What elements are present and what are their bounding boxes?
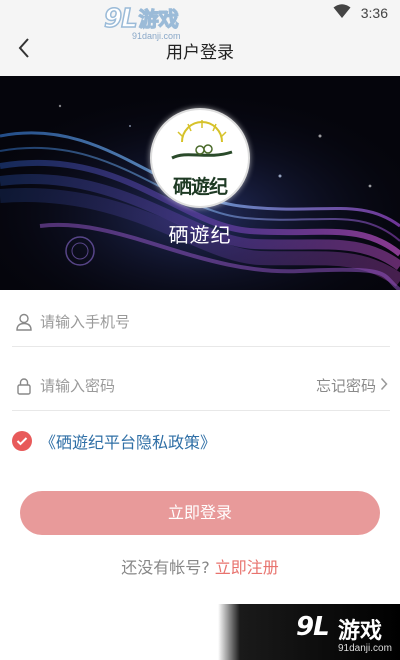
nav-bar: 用户登录 bbox=[0, 24, 400, 76]
watermark-bottom: 9L 游戏 91danji.com bbox=[218, 604, 400, 660]
phone-input[interactable] bbox=[40, 312, 280, 331]
watermark-top: 9L 游戏 91danji.com bbox=[103, 3, 181, 44]
policy-checkbox[interactable] bbox=[12, 431, 32, 451]
watermark-brand-number: 9L bbox=[103, 3, 138, 35]
watermark-url: 91danji.com bbox=[338, 643, 392, 654]
watermark-brand-number: 9L bbox=[296, 612, 330, 642]
status-bar: 3:36 bbox=[0, 0, 400, 24]
register-link[interactable]: 立即注册 bbox=[215, 558, 279, 577]
banner: 硒遊纪 硒遊纪 bbox=[0, 76, 400, 290]
app-name: 硒遊纪 bbox=[168, 223, 232, 247]
register-question: 还没有帐号? bbox=[121, 558, 210, 577]
app-logo: 硒遊纪 bbox=[150, 108, 250, 208]
forgot-password-link[interactable]: 忘记密码 bbox=[316, 375, 388, 396]
login-button[interactable]: 立即登录 bbox=[20, 491, 380, 535]
chevron-right-icon bbox=[376, 377, 388, 395]
page-title: 用户登录 bbox=[166, 43, 234, 63]
status-icons: 3:36 bbox=[333, 3, 388, 23]
phone-row bbox=[12, 297, 390, 347]
wifi-icon bbox=[333, 3, 351, 23]
password-row: 忘记密码 bbox=[12, 361, 390, 411]
forgot-password-label: 忘记密码 bbox=[315, 377, 376, 395]
check-icon bbox=[16, 437, 28, 446]
watermark-url: 91danji.com bbox=[132, 31, 181, 41]
lock-icon bbox=[14, 376, 34, 396]
watermark-brand-text: 游戏 bbox=[338, 619, 383, 644]
privacy-policy-link[interactable]: 《硒遊纪平台隐私政策》 bbox=[40, 429, 216, 453]
register-row: 还没有帐号? 立即注册 bbox=[0, 554, 400, 578]
user-icon bbox=[14, 312, 34, 332]
password-input[interactable] bbox=[40, 376, 240, 395]
logo-text: 硒遊纪 bbox=[172, 176, 228, 198]
policy-row: 《硒遊纪平台隐私政策》 bbox=[12, 428, 216, 454]
status-time: 3:36 bbox=[360, 5, 388, 21]
watermark-brand-text: 游戏 bbox=[138, 6, 179, 31]
